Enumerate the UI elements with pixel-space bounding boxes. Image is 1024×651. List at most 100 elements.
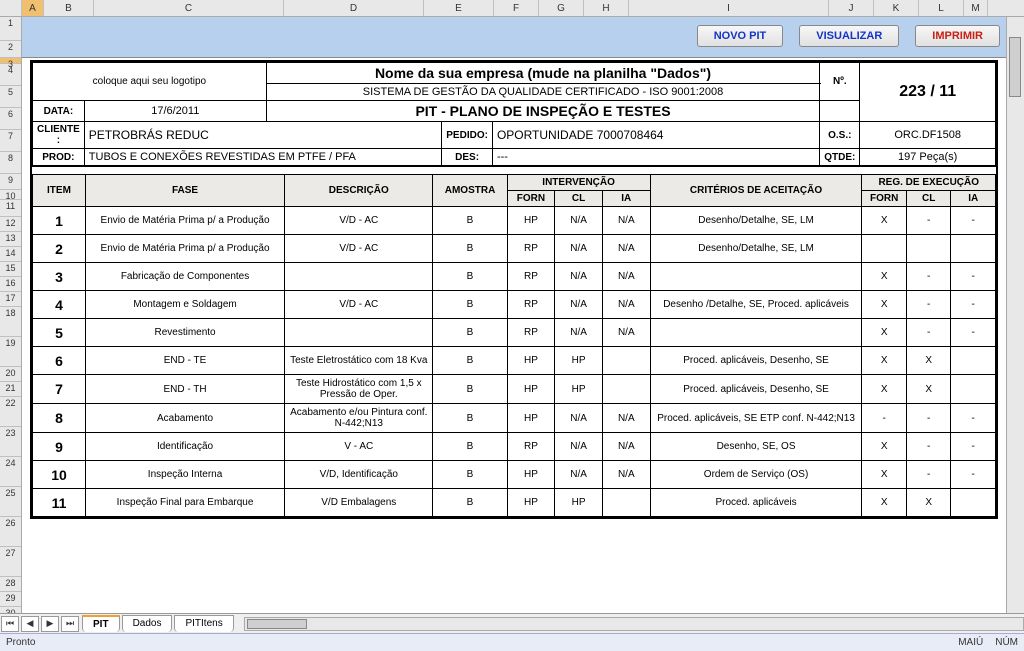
cell-forn[interactable]: RP [507, 319, 555, 347]
cell-forn[interactable]: HP [507, 207, 555, 235]
cell-fase[interactable]: Envio de Matéria Prima p/ a Produção [85, 207, 284, 235]
row-header-25[interactable]: 25 [0, 487, 21, 517]
cell-rforn[interactable]: X [862, 489, 906, 517]
cell-desc[interactable]: V/D - AC [285, 207, 433, 235]
cell-item[interactable]: 9 [33, 433, 86, 461]
cell-fase[interactable]: Inspeção Interna [85, 461, 284, 489]
row-header-9[interactable]: 9 [0, 174, 21, 190]
cell-desc[interactable] [285, 319, 433, 347]
cell-item[interactable]: 3 [33, 263, 86, 291]
cell-amostra[interactable]: B [433, 433, 507, 461]
row-header-13[interactable]: 13 [0, 232, 21, 247]
cell-cl[interactable]: N/A [555, 433, 603, 461]
cell-rcl[interactable]: - [906, 404, 950, 433]
cell-crit[interactable]: Desenho /Detalhe, SE, Proced. aplicáveis [650, 291, 862, 319]
table-row[interactable]: 10Inspeção InternaV/D, IdentificaçãoBHPN… [33, 461, 996, 489]
cell-forn[interactable]: HP [507, 404, 555, 433]
table-row[interactable]: 7END - THTeste Hidrostático com 1,5 x Pr… [33, 375, 996, 404]
col-header-A[interactable]: A [22, 0, 44, 16]
cell-rforn[interactable]: X [862, 433, 906, 461]
cell-crit[interactable]: Proced. aplicáveis [650, 489, 862, 517]
cell-desc[interactable]: V/D Embalagens [285, 489, 433, 517]
cell-amostra[interactable]: B [433, 461, 507, 489]
cell-rforn[interactable]: X [862, 461, 906, 489]
hscroll-thumb[interactable] [247, 619, 307, 629]
cell-crit[interactable] [650, 319, 862, 347]
cell-ia[interactable]: N/A [602, 319, 650, 347]
cell-ia[interactable]: N/A [602, 207, 650, 235]
cell-forn[interactable]: RP [507, 433, 555, 461]
row-header-10[interactable]: 10 [0, 190, 21, 200]
cell-ia[interactable]: N/A [602, 291, 650, 319]
row-header-22[interactable]: 22 [0, 397, 21, 427]
cell-ria[interactable] [951, 489, 996, 517]
cell-ria[interactable] [951, 235, 996, 263]
cell-crit[interactable]: Desenho/Detalhe, SE, LM [650, 207, 862, 235]
table-row[interactable]: 4Montagem e SoldagemV/D - ACBRPN/AN/ADes… [33, 291, 996, 319]
cell-cl[interactable]: N/A [555, 207, 603, 235]
cell-desc[interactable]: V - AC [285, 433, 433, 461]
cell-ria[interactable]: - [951, 207, 996, 235]
vertical-scrollbar[interactable] [1006, 17, 1024, 613]
cell-cl[interactable]: N/A [555, 461, 603, 489]
cell-amostra[interactable]: B [433, 319, 507, 347]
row-header-19[interactable]: 19 [0, 337, 21, 367]
imprimir-button[interactable]: IMPRIMIR [915, 25, 1000, 47]
cell-ria[interactable]: - [951, 461, 996, 489]
cell-crit[interactable]: Desenho/Detalhe, SE, LM [650, 235, 862, 263]
col-header-K[interactable]: K [874, 0, 919, 16]
cell-forn[interactable]: RP [507, 263, 555, 291]
cell-rcl[interactable]: X [906, 347, 950, 375]
col-header-I[interactable]: I [629, 0, 829, 16]
cell-ria[interactable] [951, 375, 996, 404]
col-header-H[interactable]: H [584, 0, 629, 16]
cell-rforn[interactable] [862, 235, 906, 263]
row-header-7[interactable]: 7 [0, 130, 21, 152]
cell-crit[interactable] [650, 263, 862, 291]
row-header-1[interactable]: 1 [0, 17, 21, 41]
cell-rcl[interactable]: - [906, 263, 950, 291]
cell-ia[interactable] [602, 375, 650, 404]
table-row[interactable]: 5RevestimentoBRPN/AN/AX-- [33, 319, 996, 347]
cell-rforn[interactable]: - [862, 404, 906, 433]
cell-ria[interactable]: - [951, 319, 996, 347]
tab-nav-first-icon[interactable]: ⏮ [1, 616, 19, 632]
cell-forn[interactable]: HP [507, 347, 555, 375]
cell-desc[interactable]: V/D - AC [285, 291, 433, 319]
col-header-C[interactable]: C [94, 0, 284, 16]
cell-rforn[interactable]: X [862, 207, 906, 235]
cell-rcl[interactable]: - [906, 433, 950, 461]
col-header-D[interactable]: D [284, 0, 424, 16]
cell-desc[interactable]: V/D, Identificação [285, 461, 433, 489]
cell-desc[interactable] [285, 263, 433, 291]
cell-rcl[interactable]: X [906, 489, 950, 517]
cell-desc[interactable]: V/D - AC [285, 235, 433, 263]
cell-cl[interactable]: N/A [555, 235, 603, 263]
cell-rforn[interactable]: X [862, 347, 906, 375]
cell-fase[interactable]: Montagem e Soldagem [85, 291, 284, 319]
cell-forn[interactable]: RP [507, 235, 555, 263]
table-row[interactable]: 1Envio de Matéria Prima p/ a ProduçãoV/D… [33, 207, 996, 235]
cell-cl[interactable]: HP [555, 375, 603, 404]
cell-cl[interactable]: N/A [555, 263, 603, 291]
cell-desc[interactable]: Teste Hidrostático com 1,5 x Pressão de … [285, 375, 433, 404]
cell-fase[interactable]: END - TE [85, 347, 284, 375]
row-header-12[interactable]: 12 [0, 217, 21, 232]
row-header-26[interactable]: 26 [0, 517, 21, 547]
cell-forn[interactable]: HP [507, 461, 555, 489]
cell-cl[interactable]: HP [555, 347, 603, 375]
worksheet[interactable]: NOVO PIT VISUALIZAR IMPRIMIR coloque aqu… [22, 17, 1006, 613]
cell-cl[interactable]: HP [555, 489, 603, 517]
cell-fase[interactable]: Revestimento [85, 319, 284, 347]
sheet-tab-pit[interactable]: PIT [82, 615, 120, 632]
cell-cl[interactable]: N/A [555, 291, 603, 319]
cell-rforn[interactable]: X [862, 375, 906, 404]
cell-rforn[interactable]: X [862, 263, 906, 291]
cell-ia[interactable]: N/A [602, 235, 650, 263]
cell-ia[interactable]: N/A [602, 433, 650, 461]
cell-fase[interactable]: Fabricação de Componentes [85, 263, 284, 291]
cell-ia[interactable] [602, 489, 650, 517]
cell-item[interactable]: 4 [33, 291, 86, 319]
cell-crit[interactable]: Ordem de Serviço (OS) [650, 461, 862, 489]
table-row[interactable]: 2Envio de Matéria Prima p/ a ProduçãoV/D… [33, 235, 996, 263]
